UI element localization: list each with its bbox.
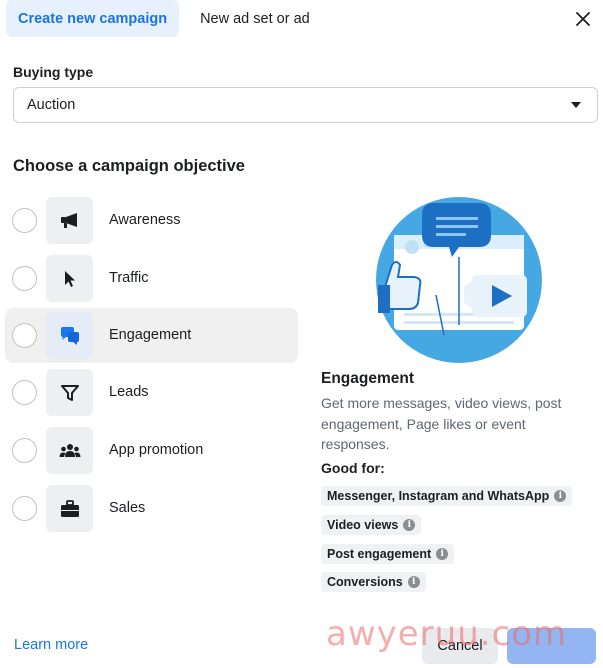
objective-engagement[interactable]: Engagement [5, 308, 298, 363]
chip-label: Video views [327, 518, 399, 532]
radio-button[interactable] [12, 266, 37, 291]
good-for-label: Good for: [321, 460, 385, 476]
objective-traffic[interactable]: Traffic [5, 251, 298, 306]
info-icon[interactable]: i [407, 576, 420, 588]
chip-label: Conversions [327, 575, 403, 589]
dropdown-caret-icon [571, 102, 581, 108]
megaphone-icon [60, 212, 77, 228]
objective-label: Traffic [109, 270, 149, 286]
radio-button[interactable] [12, 323, 37, 348]
cursor-icon [64, 270, 75, 287]
objective-label: Awareness [109, 212, 181, 228]
objective-icon-box [46, 369, 93, 416]
close-icon [576, 12, 590, 26]
people-icon [59, 443, 80, 457]
chip-label: Post engagement [327, 547, 432, 561]
radio-button[interactable] [12, 380, 37, 405]
info-icon[interactable]: i [403, 519, 416, 531]
good-for-chip: Post engagement i [321, 544, 455, 564]
buying-type-value: Auction [27, 97, 76, 113]
objective-label: Leads [109, 384, 149, 400]
detail-title: Engagement [321, 370, 415, 387]
objective-awareness[interactable]: Awareness [5, 193, 298, 248]
learn-more-link[interactable]: Learn more [14, 637, 88, 653]
objective-label: Engagement [109, 327, 192, 343]
radio-button[interactable] [12, 208, 37, 233]
objective-icon-box [46, 312, 93, 359]
chat-bubbles-icon [60, 326, 79, 345]
detail-description: Get more messages, video views, post eng… [321, 395, 562, 452]
funnel-icon [60, 384, 79, 401]
chip-label: Messenger, Instagram and WhatsApp [327, 489, 550, 503]
objective-leads[interactable]: Leads [5, 365, 298, 420]
objective-app-promotion[interactable]: App promotion [5, 423, 298, 478]
cancel-button[interactable]: Cancel [422, 628, 498, 664]
objective-icon-box [46, 197, 93, 244]
continue-button[interactable] [507, 628, 596, 664]
buying-type-label: Buying type [13, 64, 94, 80]
info-icon[interactable]: i [554, 490, 567, 502]
tab-bar: Create new campaign New ad set or ad [6, 0, 322, 37]
buying-type-select[interactable]: Auction [13, 87, 598, 123]
tab-create-new-campaign[interactable]: Create new campaign [6, 0, 180, 37]
objective-icon-box [46, 255, 93, 302]
briefcase-icon [60, 499, 79, 517]
close-button[interactable] [570, 6, 596, 32]
radio-button[interactable] [12, 496, 37, 521]
good-for-chip: Conversions i [321, 572, 426, 592]
tab-new-ad-set-or-ad[interactable]: New ad set or ad [188, 0, 322, 37]
objective-label: Sales [109, 500, 146, 516]
radio-button[interactable] [12, 438, 37, 463]
objective-label: App promotion [109, 442, 204, 458]
objective-icon-box [46, 485, 93, 532]
good-for-chip: Video views i [321, 515, 422, 535]
info-icon[interactable]: i [436, 548, 449, 560]
objective-icon-box [46, 427, 93, 474]
objective-sales[interactable]: Sales [5, 481, 298, 536]
objective-heading: Choose a campaign objective [13, 157, 245, 175]
good-for-chip: Messenger, Instagram and WhatsApp i [321, 486, 573, 506]
engagement-illustration [376, 197, 542, 363]
